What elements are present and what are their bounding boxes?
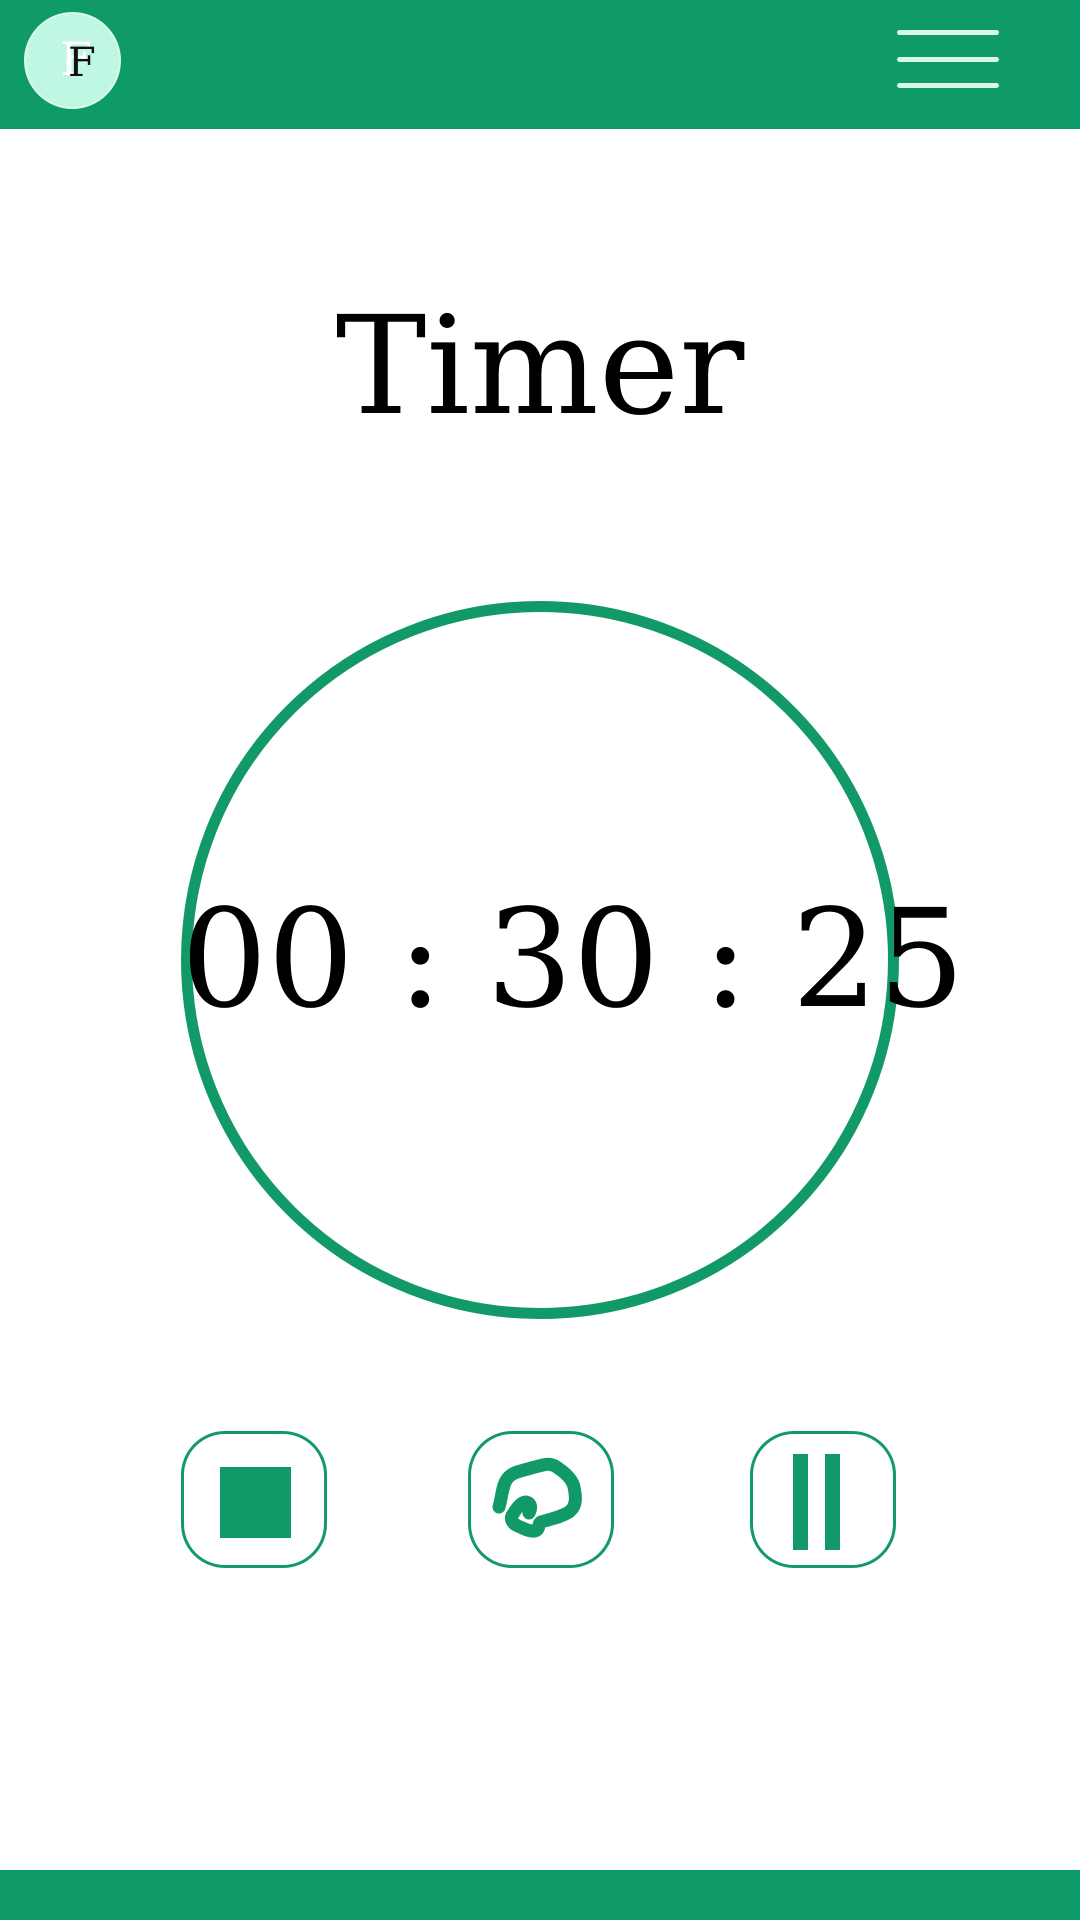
bottom-bar — [0, 1870, 1080, 1920]
avatar[interactable]: F F — [24, 12, 121, 109]
avatar-letter: F — [68, 40, 96, 86]
stop-button[interactable] — [181, 1431, 327, 1568]
pause-icon-bar — [793, 1454, 808, 1550]
menu-line — [897, 30, 999, 35]
reset-icon — [492, 1457, 582, 1538]
stop-icon — [220, 1467, 291, 1538]
timer-display: 00 : 30 : 25 — [181, 881, 965, 1039]
pause-button[interactable] — [750, 1431, 896, 1568]
top-app-bar: F F — [0, 0, 1080, 129]
timer-screen: F F Timer 00 : 30 : 25 — [0, 0, 1080, 1920]
pause-icon-bar — [825, 1454, 840, 1550]
menu-line — [897, 57, 999, 62]
page-title: Timer — [335, 288, 745, 446]
menu-line — [897, 83, 999, 88]
hamburger-menu-icon[interactable] — [895, 24, 1001, 94]
reset-button[interactable] — [468, 1431, 614, 1568]
